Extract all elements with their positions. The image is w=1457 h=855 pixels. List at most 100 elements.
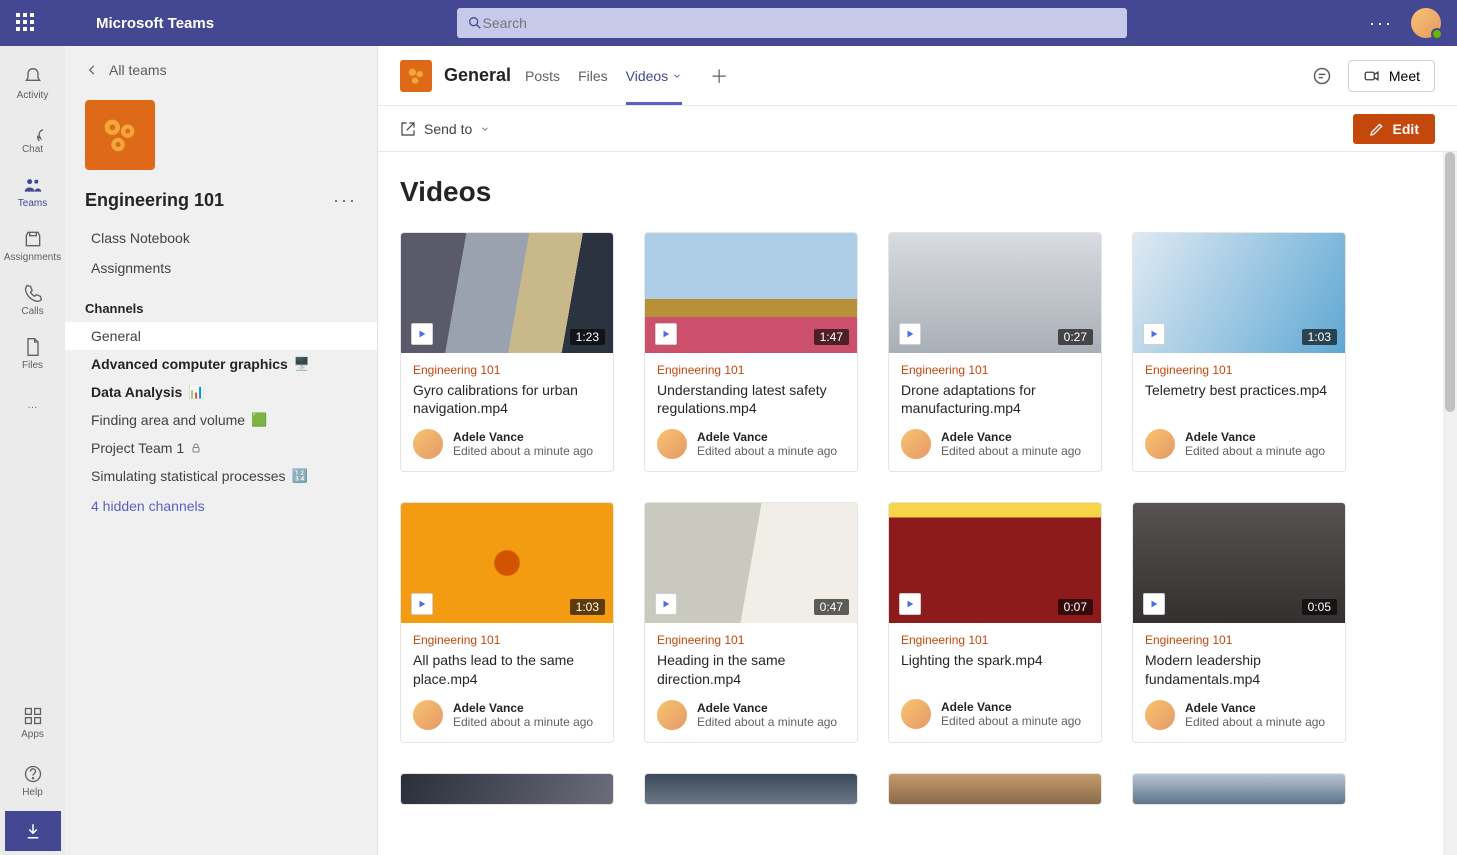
video-category: Engineering 101 (413, 363, 601, 377)
rail-files[interactable]: Files (0, 326, 65, 380)
video-title: Telemetry best practices.mp4 (1145, 381, 1333, 417)
video-edited: Edited about a minute ago (1185, 715, 1325, 729)
video-thumbnail: 1:03 (401, 503, 613, 623)
rail-activity[interactable]: Activity (0, 56, 65, 110)
rail-more[interactable]: ··· (0, 380, 65, 434)
search-box[interactable] (457, 8, 1127, 38)
video-title: All paths lead to the same place.mp4 (413, 651, 601, 687)
more-icon[interactable]: ··· (1369, 13, 1393, 34)
video-card[interactable]: 1:23 Engineering 101 Gyro calibrations f… (400, 232, 614, 472)
channel-general[interactable]: General (65, 322, 377, 350)
video-card[interactable]: 0:07 Engineering 101 Lighting the spark.… (888, 502, 1102, 742)
download-icon (24, 822, 42, 840)
rail-chat[interactable]: Chat (0, 110, 65, 164)
video-title: Gyro calibrations for urban navigation.m… (413, 381, 601, 417)
channel-title: General (444, 65, 511, 86)
video-title: Heading in the same direction.mp4 (657, 651, 845, 687)
rail-assignments[interactable]: Assignments (0, 218, 65, 272)
video-duration: 1:23 (570, 329, 605, 345)
video-card[interactable] (888, 773, 1102, 805)
video-thumbnail (645, 774, 857, 804)
user-avatar[interactable] (1411, 8, 1441, 38)
video-card[interactable]: 0:27 Engineering 101 Drone adaptations f… (888, 232, 1102, 472)
chevron-left-icon (85, 63, 99, 77)
add-tab-button[interactable]: ＋ (710, 63, 728, 89)
teams-icon (22, 174, 44, 196)
send-to-button[interactable]: Send to (400, 121, 490, 137)
play-icon (1143, 323, 1165, 345)
team-more-icon[interactable]: ··· (333, 190, 357, 211)
video-edited: Edited about a minute ago (941, 714, 1081, 728)
author-avatar (901, 699, 931, 729)
tab-files[interactable]: Files (578, 46, 608, 105)
video-card[interactable]: 1:03 Engineering 101 All paths lead to t… (400, 502, 614, 742)
team-name: Engineering 101 (85, 190, 224, 211)
author-avatar (901, 429, 931, 459)
chart-emoji-icon: 📊 (188, 384, 204, 400)
tab-posts[interactable]: Posts (525, 46, 560, 105)
content-area: Videos 1:23 Engineering 101 Gyro calibra… (378, 152, 1457, 855)
video-card[interactable]: 0:47 Engineering 101 Heading in the same… (644, 502, 858, 742)
team-avatar (85, 100, 155, 170)
green-square-emoji-icon: 🟩 (251, 412, 267, 428)
calls-icon (22, 282, 44, 304)
video-category: Engineering 101 (413, 633, 601, 647)
video-thumbnail: 0:47 (645, 503, 857, 623)
chat-icon (22, 120, 44, 142)
search-icon (467, 15, 483, 31)
author-avatar (657, 429, 687, 459)
channel-list: General Advanced computer graphics🖥️ Dat… (65, 322, 377, 490)
rail-help[interactable]: Help (0, 753, 65, 807)
scrollbar-thumb[interactable] (1445, 152, 1455, 412)
meet-button[interactable]: Meet (1348, 60, 1435, 92)
video-icon (1363, 67, 1381, 85)
video-author: Adele Vance (941, 430, 1081, 444)
monitor-emoji-icon: 🖥️ (294, 356, 310, 372)
link-class-notebook[interactable]: Class Notebook (75, 223, 367, 253)
search-input[interactable] (483, 15, 1117, 31)
edit-button[interactable]: Edit (1353, 114, 1435, 144)
hidden-channels-link[interactable]: 4 hidden channels (65, 490, 377, 522)
channel-simulating[interactable]: Simulating statistical processes🔢 (65, 462, 377, 490)
waffle-icon[interactable] (16, 13, 36, 33)
chevron-down-icon (480, 124, 490, 134)
video-duration: 1:47 (814, 329, 849, 345)
video-thumbnail (401, 774, 613, 804)
rail-calls[interactable]: Calls (0, 272, 65, 326)
video-edited: Edited about a minute ago (697, 715, 837, 729)
author-avatar (657, 700, 687, 730)
video-thumbnail: 1:23 (401, 233, 613, 353)
video-card[interactable] (1132, 773, 1346, 805)
video-title: Drone adaptations for manufacturing.mp4 (901, 381, 1089, 417)
titlebar: Microsoft Teams ··· (0, 0, 1457, 46)
files-icon (22, 336, 44, 358)
video-edited: Edited about a minute ago (1185, 444, 1325, 458)
conversation-icon[interactable] (1312, 66, 1332, 86)
video-author: Adele Vance (453, 430, 593, 444)
video-edited: Edited about a minute ago (453, 444, 593, 458)
channel-finding-area[interactable]: Finding area and volume🟩 (65, 406, 377, 434)
rail-teams[interactable]: Teams (0, 164, 65, 218)
channel-project-team-1[interactable]: Project Team 1 (65, 434, 377, 462)
back-all-teams[interactable]: All teams (65, 46, 377, 88)
rail-apps[interactable]: Apps (0, 695, 65, 749)
tab-videos[interactable]: Videos (626, 46, 682, 105)
video-thumbnail: 0:05 (1133, 503, 1345, 623)
video-card[interactable]: 1:03 Engineering 101 Telemetry best prac… (1132, 232, 1346, 472)
video-author: Adele Vance (941, 700, 1081, 714)
video-category: Engineering 101 (901, 363, 1089, 377)
scrollbar[interactable] (1443, 152, 1457, 855)
channel-data-analysis[interactable]: Data Analysis📊 (65, 378, 377, 406)
share-icon (400, 121, 416, 137)
video-category: Engineering 101 (1145, 363, 1333, 377)
video-card[interactable]: 1:47 Engineering 101 Understanding lates… (644, 232, 858, 472)
channel-advanced-graphics[interactable]: Advanced computer graphics🖥️ (65, 350, 377, 378)
download-button[interactable] (5, 811, 61, 851)
video-card[interactable] (644, 773, 858, 805)
video-card[interactable]: 0:05 Engineering 101 Modern leadership f… (1132, 502, 1346, 742)
link-assignments[interactable]: Assignments (75, 253, 367, 283)
author-avatar (1145, 700, 1175, 730)
video-thumbnail (1133, 774, 1345, 804)
video-card[interactable] (400, 773, 614, 805)
toolbar: Send to Edit (378, 106, 1457, 152)
